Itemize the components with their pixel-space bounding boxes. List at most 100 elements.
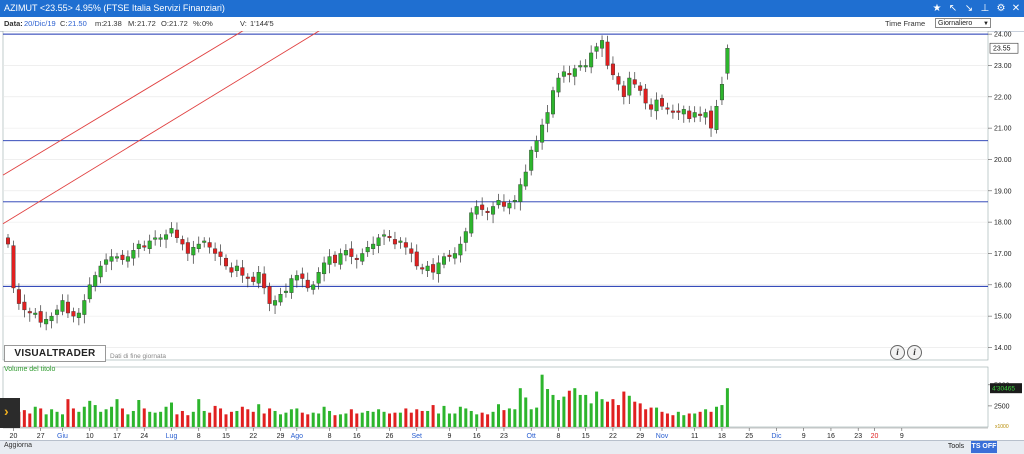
open-label: O: xyxy=(161,19,169,28)
volume-bar xyxy=(567,390,571,427)
pin-icon[interactable]: ⊥ xyxy=(978,0,992,17)
volume-bar xyxy=(22,410,26,427)
volume-bar xyxy=(437,413,441,427)
volume-bar xyxy=(99,411,103,427)
chevron-right-icon: › xyxy=(4,403,9,419)
candle-body xyxy=(447,254,452,257)
candle-body xyxy=(333,254,338,264)
draw-line-icon[interactable]: ↘ xyxy=(962,0,976,17)
candle-body xyxy=(305,279,310,289)
volume-bar xyxy=(382,411,386,427)
candle-body xyxy=(71,311,76,317)
candle-body xyxy=(327,256,332,265)
candle-body xyxy=(294,275,299,281)
window-title: AZIMUT <23.55> 4.95% (FTSE Italia Serviz… xyxy=(4,3,225,13)
candle-body xyxy=(104,259,109,265)
candle-body xyxy=(278,294,283,303)
volume-value: 1'144'5 xyxy=(250,19,274,28)
time-tick-label: Dic xyxy=(771,433,782,440)
side-panel-toggle[interactable]: › xyxy=(0,398,20,428)
candle-body xyxy=(589,52,594,68)
price-volume-chart[interactable]: 14.00 15.00 16.00 17.00 18.00 19.00 20.00 21.00… xyxy=(0,31,1024,440)
min-value: 21.38 xyxy=(103,19,122,28)
volume-bar xyxy=(317,413,321,427)
candle-body xyxy=(136,243,141,249)
candle-body xyxy=(578,65,583,68)
tools-button[interactable]: Tools xyxy=(943,442,969,452)
candle-body xyxy=(49,315,54,322)
volume-bar xyxy=(649,407,653,427)
candle-body xyxy=(714,105,719,130)
time-tick-label: 23 xyxy=(500,433,508,440)
candle-body xyxy=(158,237,163,240)
candle-body xyxy=(365,246,370,253)
candle-body xyxy=(240,267,245,276)
volume-bar xyxy=(393,412,397,427)
volume-bar xyxy=(311,412,315,427)
volume-title: Volume del titolo xyxy=(4,366,56,373)
candle-body xyxy=(518,184,523,202)
volume-bar xyxy=(240,406,244,427)
volume-bar xyxy=(39,408,43,427)
price-tick-label: 21.00 xyxy=(994,126,1012,133)
volume-tick-label: 2500 xyxy=(994,403,1010,410)
volume-bar xyxy=(170,402,173,427)
candle-body xyxy=(5,237,10,245)
volume-bar xyxy=(524,397,528,427)
volume-bar xyxy=(529,409,533,427)
candle-body xyxy=(349,248,354,257)
candle-body xyxy=(256,272,261,284)
volume-bar xyxy=(513,409,517,427)
timeframe-select[interactable]: Giornaliero ▼ xyxy=(935,18,991,28)
price-tick-label: 14.00 xyxy=(994,345,1012,352)
candle-body xyxy=(60,300,65,312)
volume-bar xyxy=(202,410,206,427)
volume-bar xyxy=(633,401,637,427)
volume-bar xyxy=(148,411,152,427)
volume-bar xyxy=(28,413,32,427)
info-button-2[interactable]: i xyxy=(907,345,922,360)
settings-icon[interactable]: ⚙ xyxy=(994,0,1008,17)
candle-body xyxy=(491,206,496,215)
grid xyxy=(2,31,989,428)
time-tick-label: Ott xyxy=(527,433,536,440)
volume-bar xyxy=(328,410,332,427)
volume-bar xyxy=(627,395,631,427)
time-tick-label: 9 xyxy=(802,433,806,440)
volume-bar xyxy=(338,414,342,427)
candle-body xyxy=(567,73,572,76)
price-axis: 14.00 15.00 16.00 17.00 18.00 19.00 20.00 21.00… xyxy=(988,32,1019,352)
volume-bar xyxy=(409,412,413,427)
volume-bar xyxy=(682,415,686,427)
volume-bar xyxy=(502,410,506,427)
info-button-1[interactable]: i xyxy=(890,345,905,360)
max-value: 21.72 xyxy=(137,19,156,28)
volume-bar xyxy=(191,411,195,427)
volume-bar xyxy=(595,391,599,427)
volume-bar xyxy=(82,406,86,427)
volume-bar xyxy=(229,411,233,427)
star-icon[interactable]: ★ xyxy=(930,0,944,17)
volume-bar xyxy=(616,405,620,427)
volume-bar xyxy=(458,406,462,427)
volume-bar xyxy=(164,406,168,427)
candle-body xyxy=(371,243,376,249)
close-icon[interactable]: ✕ xyxy=(1009,0,1023,17)
crosshair-arrow-icon[interactable]: ↖ xyxy=(946,0,960,17)
volume-bar xyxy=(693,413,697,427)
end-of-day-note: Dati di fine giornata xyxy=(110,353,167,360)
ts-off-button[interactable]: TS OFF xyxy=(971,441,997,453)
price-tick-label: 22.00 xyxy=(994,94,1012,101)
candle-body xyxy=(55,309,60,315)
time-tick-label: 10 xyxy=(86,433,94,440)
volume-bar xyxy=(638,403,642,427)
candle-body xyxy=(431,264,436,273)
candle-body xyxy=(376,237,381,246)
candle-body xyxy=(38,311,43,323)
candle-body xyxy=(529,149,534,171)
refresh-label[interactable]: Aggiorna xyxy=(4,442,32,449)
time-tick-label: 8 xyxy=(328,433,332,440)
candle-body xyxy=(719,84,724,101)
volume-bar xyxy=(720,405,724,427)
candle-body xyxy=(627,77,632,96)
